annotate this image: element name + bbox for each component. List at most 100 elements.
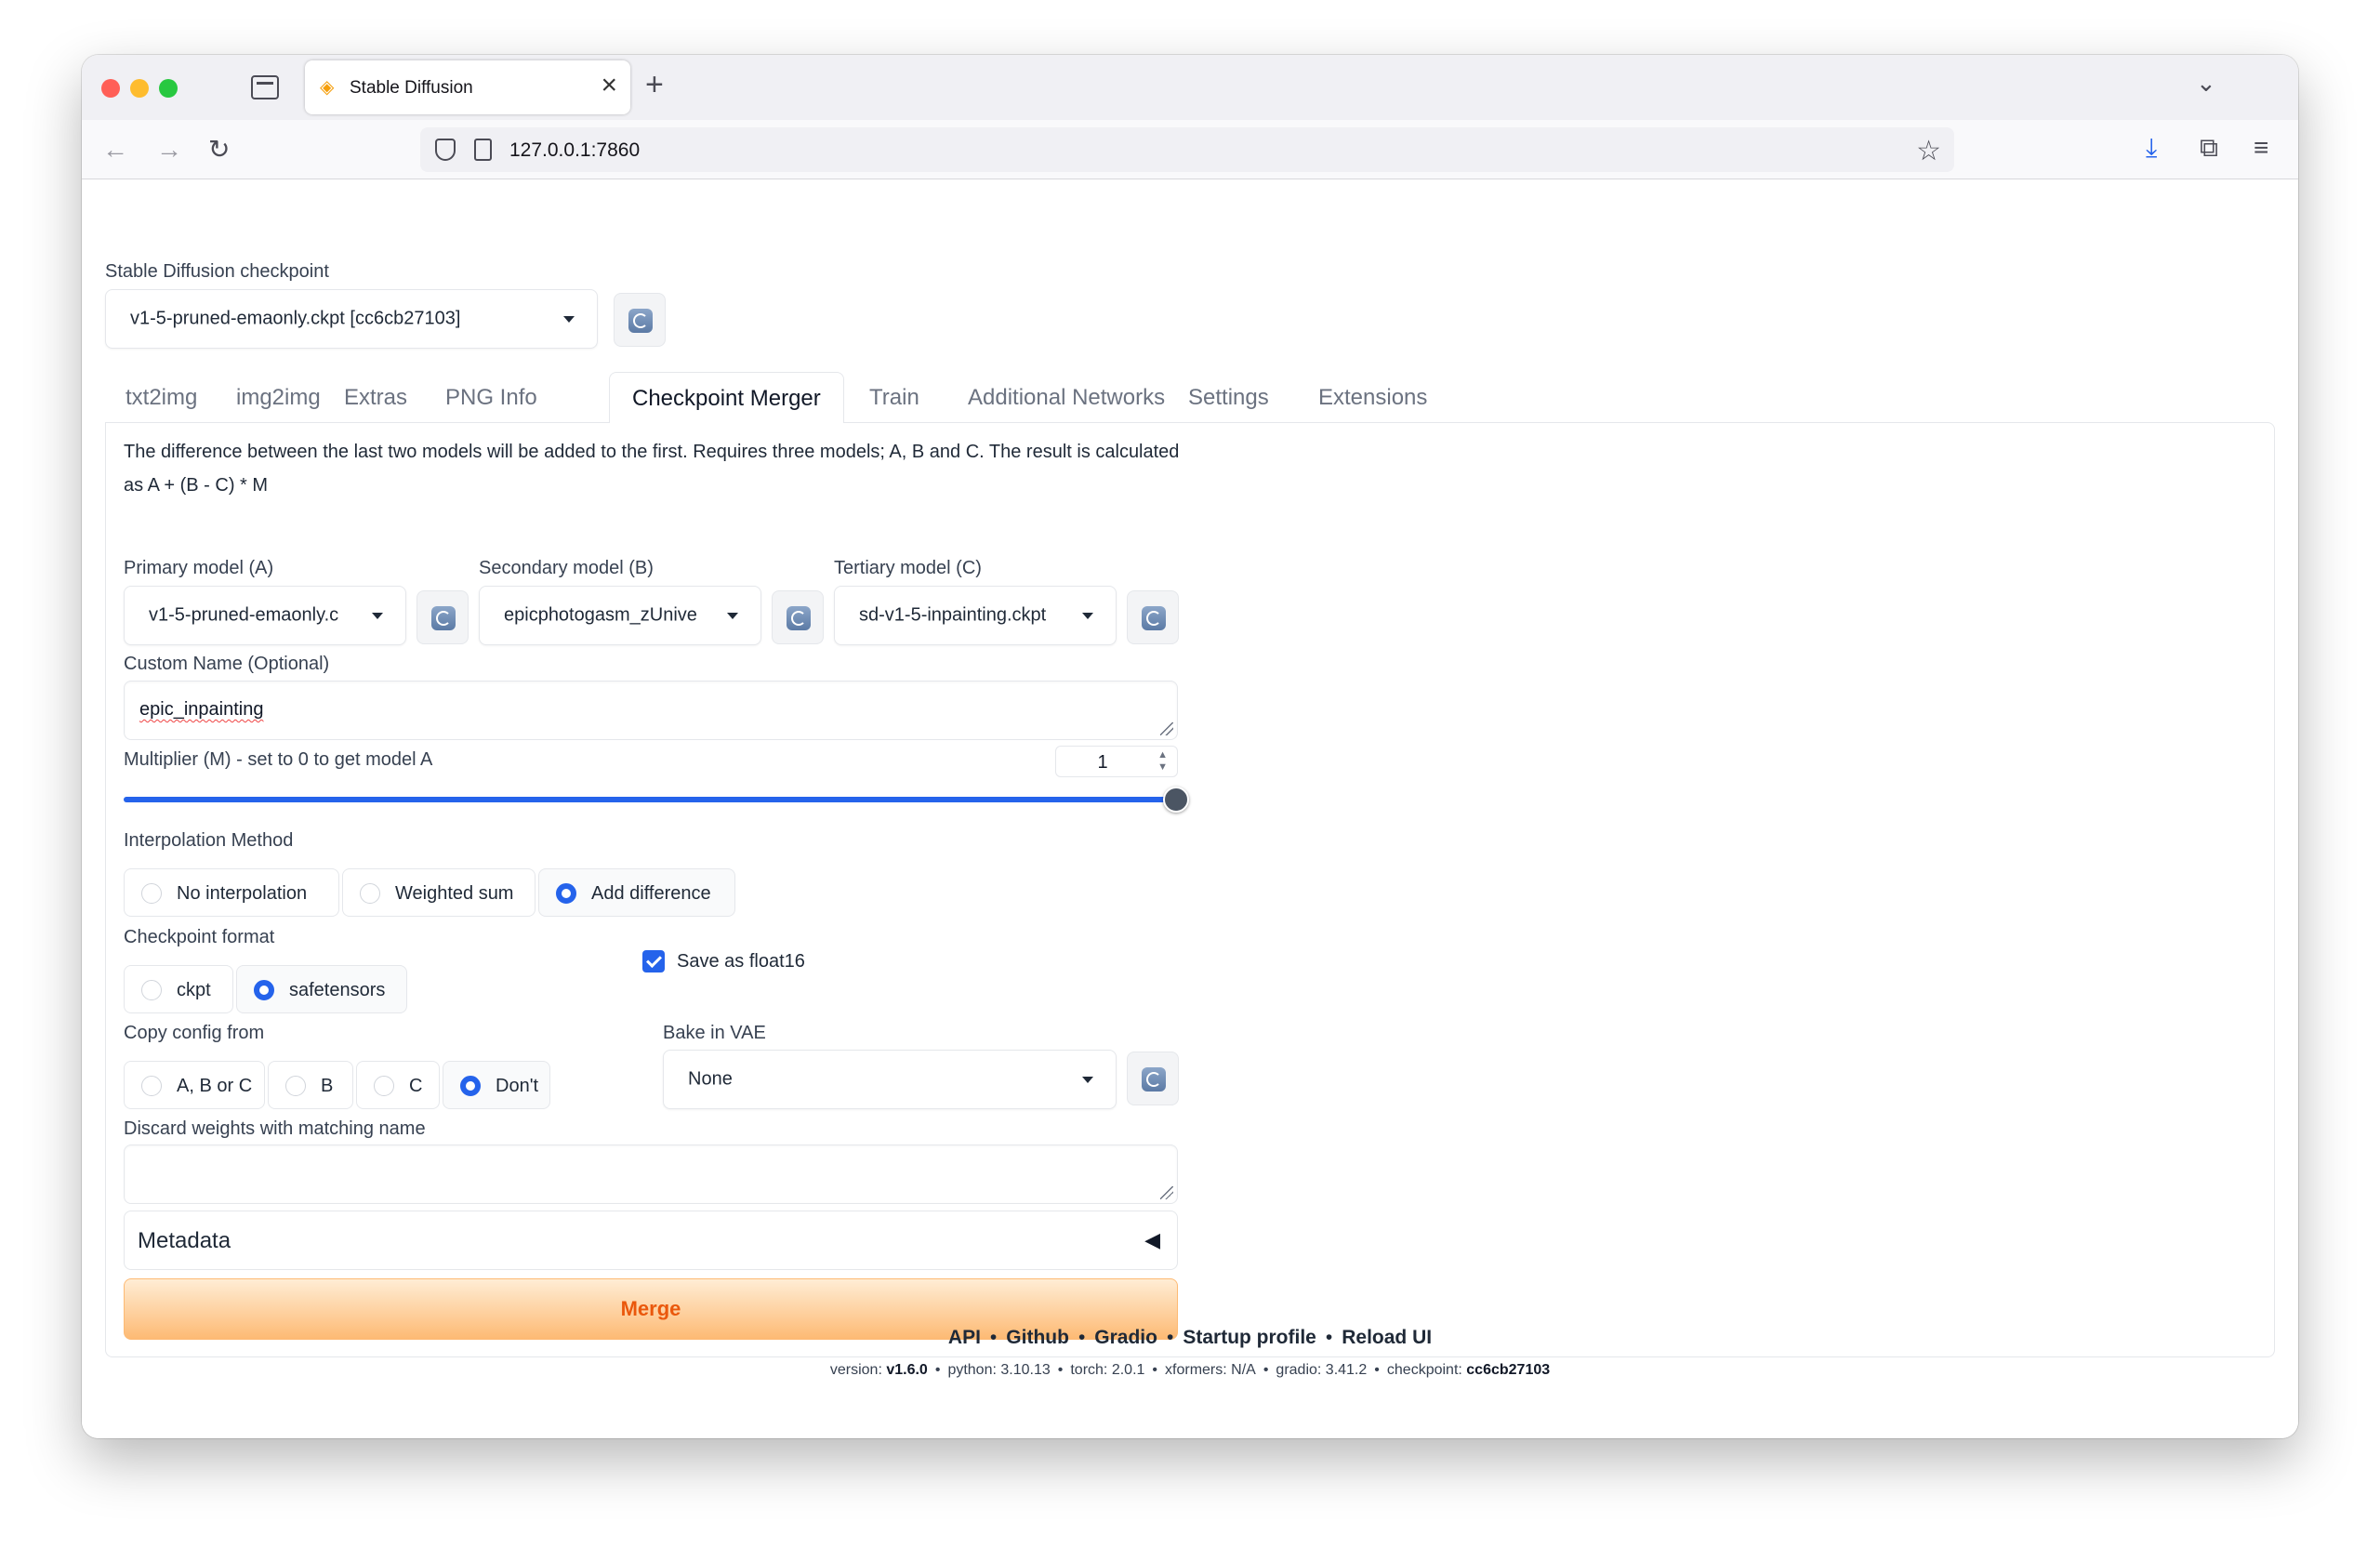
radio-circle[interactable] bbox=[141, 883, 162, 904]
radio-circle[interactable] bbox=[141, 980, 162, 1000]
shield-icon[interactable] bbox=[435, 139, 456, 161]
radio-label: Add difference bbox=[591, 883, 711, 904]
tab-png-info[interactable]: PNG Info bbox=[445, 372, 537, 423]
radio-no-interpolation[interactable]: No interpolation bbox=[124, 868, 339, 917]
footer-links: API • Github • Gradio • Startup profile • Reload… bbox=[947, 1327, 1433, 1348]
secondary-model-dropdown[interactable]: epicphotogasm_zUnive bbox=[479, 586, 761, 645]
tab-img2img[interactable]: img2img bbox=[236, 372, 321, 423]
checkpoint-hash-label: checkpoint: bbox=[1386, 1362, 1462, 1378]
footer-link-api[interactable]: API bbox=[948, 1327, 981, 1348]
page-icon[interactable] bbox=[474, 139, 492, 161]
custom-name-input[interactable]: epic_inpainting bbox=[124, 681, 1178, 740]
tab-extras[interactable]: Extras bbox=[344, 372, 407, 423]
checkpoint-refresh-button[interactable] bbox=[614, 293, 666, 347]
radio-ckpt[interactable]: ckpt bbox=[124, 965, 233, 1013]
secondary-model-value: epicphotogasm_zUnive bbox=[504, 604, 697, 626]
copy-config-label: Copy config from bbox=[124, 1023, 265, 1043]
checkpoint-dropdown[interactable]: v1-5-pruned-emaonly.ckpt [cc6cb27103] bbox=[105, 289, 598, 349]
tab-txt2img[interactable]: txt2img bbox=[126, 372, 197, 423]
multiplier-slider-fill bbox=[124, 797, 1176, 802]
radio-c[interactable]: C bbox=[356, 1061, 440, 1109]
new-tab-icon[interactable]: + bbox=[645, 69, 664, 100]
radio-safetensors[interactable]: safetensors bbox=[236, 965, 407, 1013]
tab-list-icon[interactable] bbox=[251, 75, 279, 99]
multiplier-slider-thumb[interactable] bbox=[1163, 787, 1189, 813]
radio-dont[interactable]: Don't bbox=[443, 1061, 550, 1109]
radio-add-difference[interactable]: Add difference bbox=[538, 868, 735, 917]
reload-icon[interactable]: ↻ bbox=[208, 137, 230, 163]
refresh-icon bbox=[1142, 1067, 1166, 1092]
save-float16-checkbox[interactable] bbox=[642, 950, 665, 972]
footer-link-reload-ui[interactable]: Reload UI bbox=[1342, 1327, 1432, 1348]
version-label: version: bbox=[829, 1362, 882, 1378]
secondary-model-label: Secondary model (B) bbox=[479, 558, 654, 578]
primary-model-value: v1-5-pruned-emaonly.c bbox=[149, 604, 339, 626]
radio-circle[interactable] bbox=[285, 1076, 306, 1096]
footer-link-github[interactable]: Github bbox=[1006, 1327, 1069, 1348]
bookmark-star-icon[interactable]: ☆ bbox=[1916, 135, 1941, 167]
tab-train[interactable]: Train bbox=[869, 372, 919, 423]
version-value: v1.6.0 bbox=[886, 1362, 928, 1378]
url-text[interactable]: 127.0.0.1:7860 bbox=[509, 139, 640, 162]
bake-vae-value: None bbox=[688, 1068, 733, 1090]
multiplier-slider[interactable] bbox=[124, 787, 1189, 813]
radio-label: Don't bbox=[496, 1076, 539, 1096]
spinner-arrows-icon[interactable]: ▲ ▼ bbox=[1157, 749, 1168, 774]
tertiary-model-refresh-button[interactable] bbox=[1127, 590, 1179, 644]
radio-weighted-sum[interactable]: Weighted sum bbox=[342, 868, 536, 917]
radio-circle[interactable] bbox=[374, 1076, 394, 1096]
radio-circle[interactable] bbox=[254, 980, 274, 1000]
tertiary-model-dropdown[interactable]: sd-v1-5-inpainting.ckpt bbox=[834, 586, 1117, 645]
bake-vae-dropdown[interactable]: None bbox=[663, 1050, 1117, 1109]
close-window-button[interactable] bbox=[101, 79, 120, 98]
footer-link-gradio[interactable]: Gradio bbox=[1094, 1327, 1157, 1348]
resize-grip-icon[interactable] bbox=[1160, 722, 1173, 735]
collapse-arrow-icon[interactable]: ◀ bbox=[1144, 1228, 1160, 1252]
address-bar[interactable]: 127.0.0.1:7860 ☆ bbox=[420, 127, 1954, 172]
extensions-icon[interactable]: ⧉ bbox=[2200, 135, 2218, 161]
multiplier-number-input[interactable]: 1 ▲ ▼ bbox=[1055, 746, 1178, 777]
radio-b[interactable]: B bbox=[268, 1061, 353, 1109]
secondary-model-refresh-button[interactable] bbox=[772, 590, 824, 644]
footer-link-startup-profile[interactable]: Startup profile bbox=[1183, 1327, 1316, 1348]
multiplier-value: 1 bbox=[1097, 752, 1108, 773]
minimize-window-button[interactable] bbox=[130, 79, 149, 98]
torch-version: torch: 2.0.1 bbox=[1070, 1362, 1145, 1378]
tab-settings[interactable]: Settings bbox=[1188, 372, 1269, 423]
merger-description: The difference between the last two mode… bbox=[124, 442, 1180, 496]
browser-window: ◈ Stable Diffusion × + ⌄ ← → ↻ 127.0.0.1… bbox=[82, 55, 2298, 1438]
bake-vae-refresh-button[interactable] bbox=[1127, 1052, 1179, 1105]
discard-weights-label: Discard weights with matching name bbox=[124, 1118, 426, 1139]
radio-circle[interactable] bbox=[460, 1076, 481, 1096]
discard-weights-input[interactable] bbox=[124, 1144, 1178, 1204]
tab-extensions[interactable]: Extensions bbox=[1318, 372, 1427, 423]
refresh-icon bbox=[628, 309, 653, 333]
tab-additional-networks[interactable]: Additional Networks bbox=[968, 372, 1165, 423]
metadata-accordion[interactable]: Metadata ◀ bbox=[124, 1211, 1178, 1270]
layers-icon: ◈ bbox=[320, 77, 335, 98]
radio-a-b-or-c[interactable]: A, B or C bbox=[124, 1061, 265, 1109]
primary-model-refresh-button[interactable] bbox=[416, 590, 469, 644]
gradio-version: gradio: 3.41.2 bbox=[1276, 1362, 1368, 1378]
radio-circle[interactable] bbox=[360, 883, 380, 904]
tab-checkpoint-merger[interactable]: Checkpoint Merger bbox=[609, 372, 844, 423]
resize-grip-icon[interactable] bbox=[1160, 1186, 1173, 1199]
primary-model-dropdown[interactable]: v1-5-pruned-emaonly.c bbox=[124, 586, 406, 645]
menu-icon[interactable]: ≡ bbox=[2254, 135, 2268, 161]
python-version: python: 3.10.13 bbox=[947, 1362, 1051, 1378]
back-arrow-icon[interactable]: ← bbox=[102, 137, 128, 163]
close-tab-icon[interactable]: × bbox=[601, 72, 617, 99]
tertiary-model-value: sd-v1-5-inpainting.ckpt bbox=[859, 604, 1047, 626]
custom-name-label: Custom Name (Optional) bbox=[124, 654, 330, 674]
radio-circle[interactable] bbox=[141, 1076, 162, 1096]
download-icon[interactable]: ⤓ bbox=[2146, 135, 2157, 161]
zoom-window-button[interactable] bbox=[159, 79, 178, 98]
browser-tab[interactable]: ◈ Stable Diffusion × bbox=[305, 60, 630, 114]
radio-circle[interactable] bbox=[556, 883, 576, 904]
radio-label: safetensors bbox=[289, 980, 386, 1000]
forward-arrow-icon[interactable]: → bbox=[156, 137, 182, 163]
checkpoint-label: Stable Diffusion checkpoint bbox=[105, 261, 329, 282]
chevron-down-icon[interactable]: ⌄ bbox=[2196, 70, 2216, 96]
bake-vae-label: Bake in VAE bbox=[663, 1023, 766, 1043]
primary-model-label: Primary model (A) bbox=[124, 558, 274, 578]
